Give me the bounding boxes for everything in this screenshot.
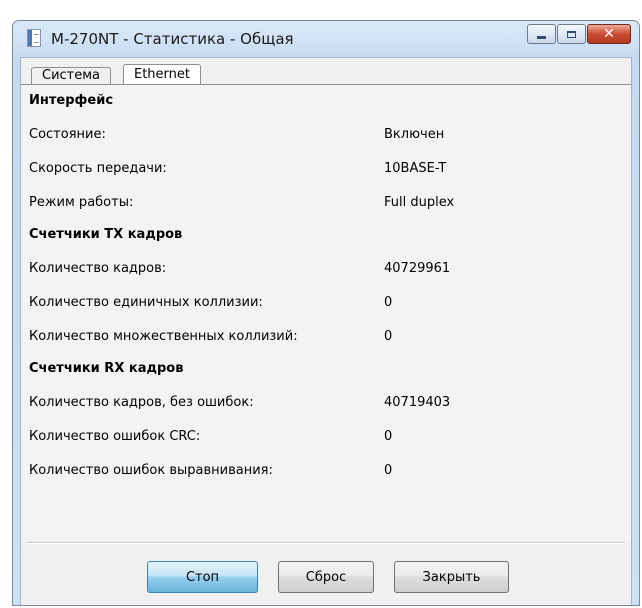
stat-row-alignment-errors: Количество ошибок выравнивания: 0 bbox=[29, 461, 631, 481]
window-controls: ✕ bbox=[527, 24, 631, 44]
stat-value: 0 bbox=[384, 429, 393, 444]
stat-label: Количество ошибок CRC: bbox=[29, 429, 201, 444]
stat-row-rx-frames: Количество кадров, без ошибок: 40719403 bbox=[29, 393, 631, 413]
stat-label: Количество ошибок выравнивания: bbox=[29, 463, 273, 478]
section-heading-tx: Счетчики TX кадров bbox=[29, 227, 183, 242]
reset-button[interactable]: Сброс bbox=[278, 561, 374, 593]
stat-label: Режим работы: bbox=[29, 195, 134, 210]
stat-value: 10BASE-T bbox=[384, 161, 447, 176]
button-separator bbox=[27, 542, 625, 544]
maximize-icon bbox=[567, 30, 576, 38]
stat-label: Количество кадров, без ошибок: bbox=[29, 395, 254, 410]
stat-row-tx-frames: Количество кадров: 40729961 bbox=[29, 259, 631, 279]
minimize-icon bbox=[537, 35, 546, 39]
stat-value: Включен bbox=[384, 127, 445, 142]
stat-value: 40729961 bbox=[384, 261, 451, 276]
stat-value: 0 bbox=[384, 463, 393, 478]
stat-value: 0 bbox=[384, 295, 393, 310]
close-window-button[interactable]: ✕ bbox=[587, 24, 631, 44]
section-heading-rx: Счетчики RX кадров bbox=[29, 361, 184, 376]
stat-row-multiple-collisions: Количество множественных коллизий: 0 bbox=[29, 327, 631, 347]
title-bar[interactable]: M-270NT - Статистика - Общая ✕ bbox=[13, 21, 639, 57]
stat-value: 0 bbox=[384, 329, 393, 344]
section-heading-interface: Интерфейс bbox=[29, 93, 114, 108]
maximize-button[interactable] bbox=[557, 24, 586, 44]
tab-system[interactable]: Система bbox=[31, 67, 112, 84]
stat-label: Состояние: bbox=[29, 127, 106, 142]
stop-button[interactable]: Стоп bbox=[147, 561, 258, 593]
stat-row-crc-errors: Количество ошибок CRC: 0 bbox=[29, 427, 631, 447]
ethernet-tab-page: Интерфейс Состояние: Включен Скорость пе… bbox=[21, 84, 631, 543]
stat-row-speed: Скорость передачи: 10BASE-T bbox=[29, 159, 631, 179]
dialog-client-area: Система Ethernet Интерфейс Состояние: Вк… bbox=[20, 57, 632, 605]
stat-label: Количество кадров: bbox=[29, 261, 167, 276]
stat-label: Количество множественных коллизий: bbox=[29, 329, 298, 344]
stat-row-mode: Режим работы: Full duplex bbox=[29, 193, 631, 213]
stat-label: Скорость передачи: bbox=[29, 161, 167, 176]
stat-row-single-collisions: Количество единичных коллизии: 0 bbox=[29, 293, 631, 313]
window-title: M-270NT - Статистика - Общая bbox=[51, 30, 294, 48]
statistics-window: M-270NT - Статистика - Общая ✕ Система E… bbox=[12, 20, 640, 606]
stat-row-state: Состояние: Включен bbox=[29, 125, 631, 145]
document-icon bbox=[27, 29, 41, 47]
close-icon: ✕ bbox=[603, 26, 615, 42]
stat-label: Количество единичных коллизии: bbox=[29, 295, 263, 310]
tab-ethernet[interactable]: Ethernet bbox=[123, 64, 201, 84]
stat-value: Full duplex bbox=[384, 195, 455, 210]
close-button[interactable]: Закрыть bbox=[394, 561, 509, 593]
stat-value: 40719403 bbox=[384, 395, 451, 410]
minimize-button[interactable] bbox=[527, 24, 556, 44]
